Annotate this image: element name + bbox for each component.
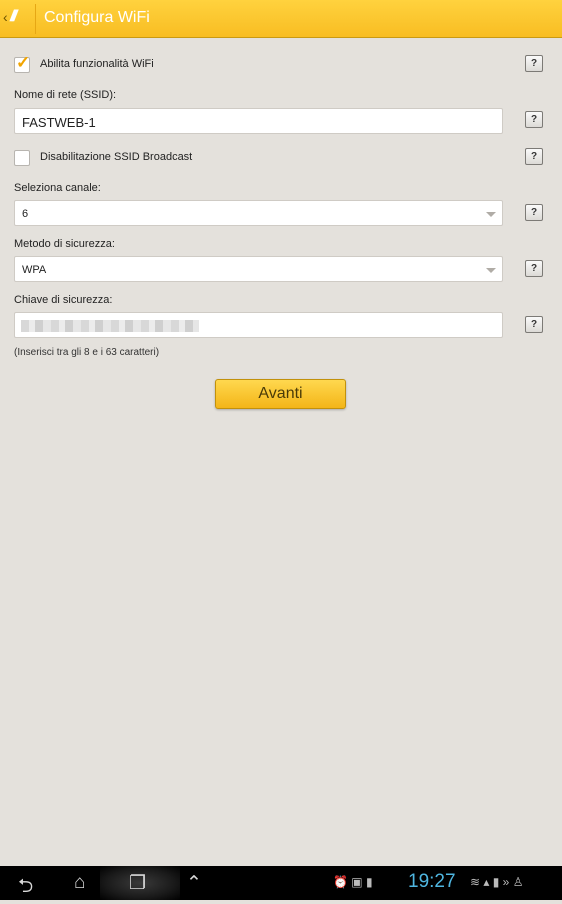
ssid-label: Nome di rete (SSID): [14,89,117,101]
security-key-hint: (Inserisci tra gli 8 e i 63 caratteri) [14,347,160,358]
nav-back-icon[interactable]: ⮌ [18,872,33,904]
fastweb-logo-icon[interactable]: /// [10,8,32,28]
dropdown-arrow-icon [486,268,496,273]
enable-wifi-label: Abilita funzionalità WiFi [40,58,154,70]
header-divider [35,4,36,34]
status-clock[interactable]: 19:27 [408,871,456,893]
help-button-ssid-broadcast[interactable]: ? [525,148,543,165]
security-method-value: WPA [22,264,47,276]
next-button[interactable]: Avanti [215,379,346,409]
ssid-input[interactable]: FASTWEB-1 [14,108,503,134]
nav-home-icon[interactable]: ⌂ [74,872,85,894]
help-button-enable-wifi[interactable]: ? [525,55,543,72]
checkmark-icon: ✓ [16,53,31,72]
disable-ssid-broadcast-checkbox[interactable] [14,150,30,166]
help-button-ssid[interactable]: ? [525,111,543,128]
nav-menu-icon[interactable]: ⌃ [186,872,202,895]
status-notification-icons[interactable]: ⏰ ▣ ▮ [333,875,373,889]
obscured-key-value [21,320,199,332]
system-navigation-bar: ⮌ ⌂ ❐ ⌃ ⏰ ▣ ▮ 19:27 ≋ ▴ ▮ » ♙ [0,866,562,900]
dropdown-arrow-icon [486,212,496,217]
channel-select[interactable]: 6 [14,200,503,226]
channel-label: Seleziona canale: [14,182,101,194]
nav-recent-apps-icon[interactable]: ❐ [129,872,146,895]
security-key-input[interactable] [14,312,503,338]
page-title: Configura WiFi [44,9,150,26]
app-bar: ‹ /// Configura WiFi [0,0,562,38]
security-method-select[interactable]: WPA [14,256,503,282]
enable-wifi-checkbox[interactable]: ✓ [14,53,30,73]
channel-value: 6 [22,208,29,220]
ssid-value: FASTWEB-1 [22,115,96,130]
help-button-security-method[interactable]: ? [525,260,543,277]
security-key-label: Chiave di sicurezza: [14,294,113,306]
security-method-label: Metodo di sicurezza: [14,238,115,250]
help-button-security-key[interactable]: ? [525,316,543,333]
help-button-channel[interactable]: ? [525,204,543,221]
back-chevron-icon[interactable]: ‹ [3,9,8,25]
status-signal-icons[interactable]: ≋ ▴ ▮ » ♙ [470,875,523,889]
disable-ssid-broadcast-label: Disabilitazione SSID Broadcast [40,151,193,163]
